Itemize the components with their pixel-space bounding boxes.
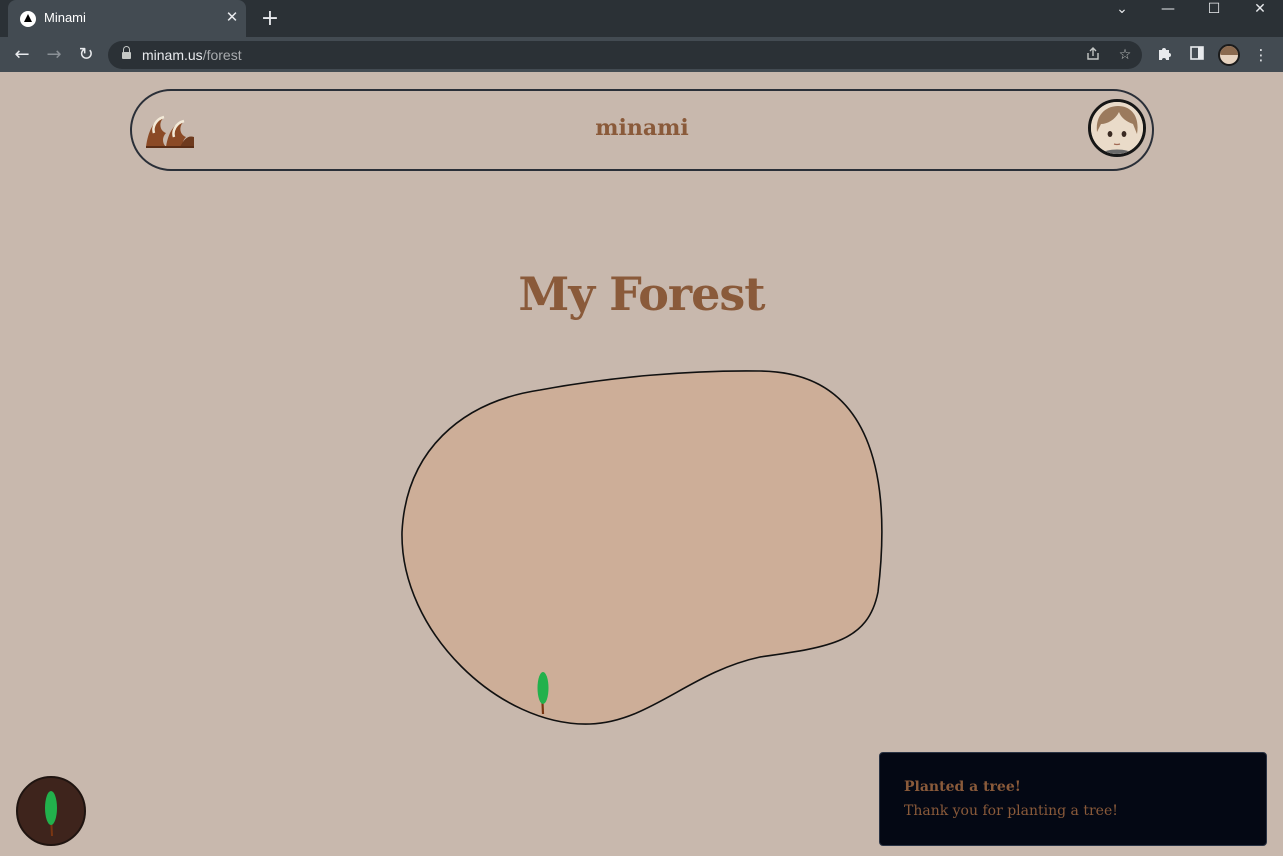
share-icon[interactable] xyxy=(1084,46,1102,64)
url-path: /forest xyxy=(202,47,242,63)
new-tab-button[interactable]: + xyxy=(258,7,282,31)
side-panel-icon[interactable] xyxy=(1187,45,1207,65)
maximize-button[interactable]: ☐ xyxy=(1191,0,1237,20)
forest-island[interactable] xyxy=(0,72,1283,856)
url-text[interactable]: minam.us/forest xyxy=(142,47,242,63)
tab-close-icon[interactable]: ✕ xyxy=(224,9,240,25)
favicon-icon xyxy=(20,11,36,27)
minimize-button[interactable]: — xyxy=(1145,0,1191,20)
address-bar[interactable]: minam.us/forest ☆ xyxy=(108,41,1142,69)
back-button[interactable]: ← xyxy=(8,41,36,69)
url-domain: minam.us xyxy=(142,47,203,63)
bookmark-star-icon[interactable]: ☆ xyxy=(1116,46,1134,64)
reload-button[interactable]: ↻ xyxy=(72,41,100,69)
lock-icon[interactable] xyxy=(122,46,131,60)
page-content: minami My Forest Planted a tree! Thank y… xyxy=(0,72,1283,856)
browser-toolbar: ← → ↻ minam.us/forest ☆ ⋮ xyxy=(0,37,1283,72)
puzzle-icon[interactable] xyxy=(1155,45,1175,65)
menu-icon[interactable]: ⋮ xyxy=(1251,45,1271,65)
tab-title: Minami xyxy=(44,10,86,25)
profile-icon[interactable] xyxy=(1218,44,1240,66)
plant-tree-button[interactable] xyxy=(16,776,86,846)
toast-title: Planted a tree! xyxy=(904,779,1021,795)
toast-body: Thank you for planting a tree! xyxy=(904,803,1118,819)
tree-icon xyxy=(45,791,57,837)
browser-tab[interactable]: Minami ✕ xyxy=(8,0,246,37)
tab-strip: Minami ✕ + ⌄ — ☐ ✕ xyxy=(0,0,1283,37)
close-window-button[interactable]: ✕ xyxy=(1237,0,1283,20)
tab-search-icon[interactable]: ⌄ xyxy=(1099,0,1145,20)
forward-button[interactable]: → xyxy=(40,41,68,69)
toast-notification: Planted a tree! Thank you for planting a… xyxy=(879,752,1267,846)
